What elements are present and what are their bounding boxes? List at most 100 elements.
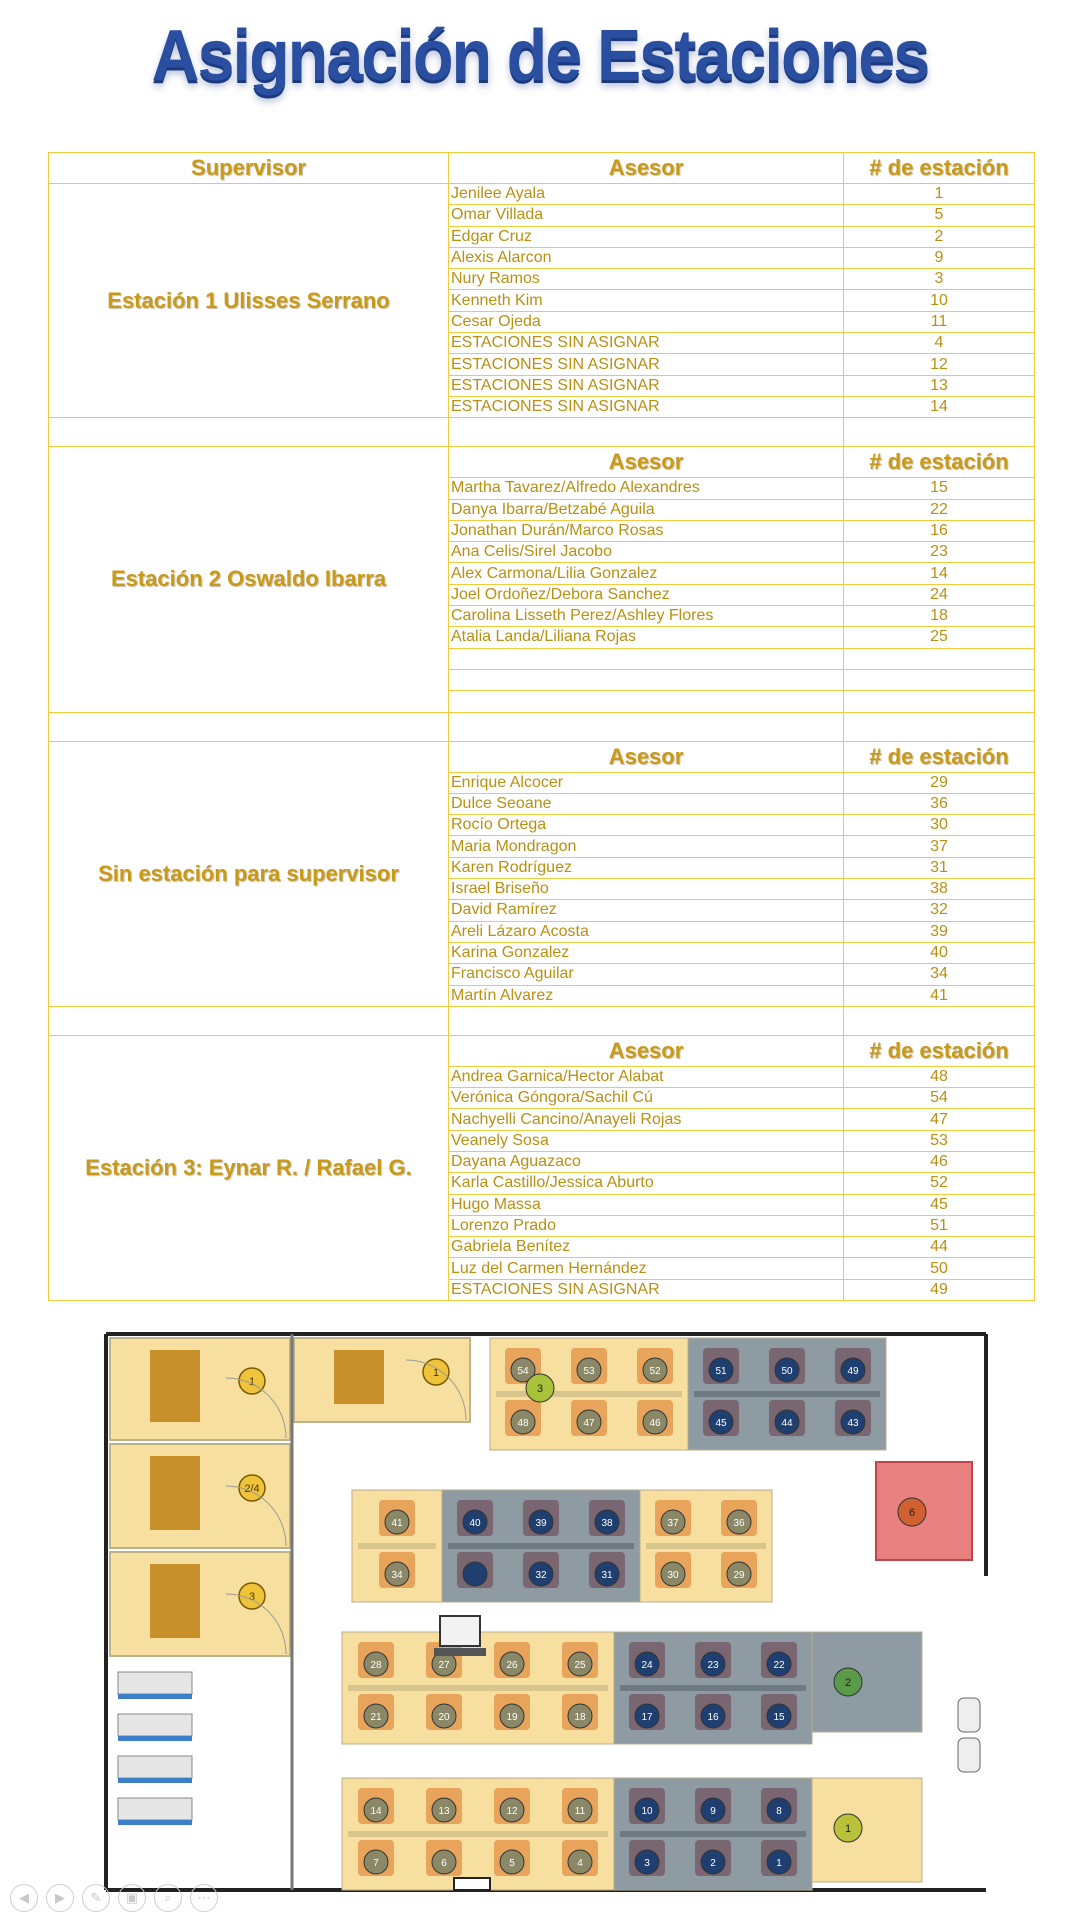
rack-base xyxy=(118,1736,192,1741)
workstation-pod: 14 13 12 11 7 6 5 4 xyxy=(341,1777,615,1891)
station-number-cell xyxy=(843,647,1035,670)
station-number-label: 36 xyxy=(733,1518,745,1529)
workstation-pod: 40 39 38 32 31 xyxy=(441,1489,641,1603)
station-number-cell: 25 xyxy=(843,626,1035,649)
computer-icon xyxy=(439,1615,481,1647)
station-number-cell: 12 xyxy=(843,353,1035,376)
station-number-label: 1 xyxy=(249,1376,255,1388)
floor-plan: 12/431 54 53 5248 47 4651 50 4945 44 43413440 39 38… xyxy=(104,1332,988,1892)
station-number-cell: 13 xyxy=(843,374,1035,397)
asesor-cell xyxy=(448,647,844,670)
zoom-icon[interactable]: ⌕ xyxy=(154,1884,182,1912)
station-number-label: 54 xyxy=(517,1366,529,1377)
station-number-cell: 51 xyxy=(843,1214,1035,1238)
station-header: # de estación xyxy=(843,1034,1035,1067)
more-icon[interactable]: ⋯ xyxy=(190,1884,218,1912)
workstation-pod: 51 50 49 45 44 43 xyxy=(687,1337,887,1451)
station-number-label: 6 xyxy=(909,1507,915,1519)
asesor-cell: Karla Castillo/Jessica Aburto xyxy=(448,1172,844,1195)
supervisor-area xyxy=(811,1631,923,1733)
asesor-cell: Luz del Carmen Hernández xyxy=(448,1257,844,1280)
station-number-cell: 5 xyxy=(843,204,1035,227)
storage-rack xyxy=(117,1755,193,1783)
station-number-label: 11 xyxy=(575,1806,586,1817)
asesor-cell: Dayana Aguazaco xyxy=(448,1150,844,1174)
station-number-label: 20 xyxy=(438,1712,450,1723)
station-number-label: 26 xyxy=(506,1660,518,1671)
rack-body xyxy=(117,1671,193,1695)
asesor-cell: Lorenzo Prado xyxy=(448,1214,844,1238)
station-number-label: 49 xyxy=(847,1366,859,1377)
station-number-label: 15 xyxy=(773,1712,785,1723)
spacer-cell xyxy=(48,417,449,448)
asesor-cell: Kenneth Kim xyxy=(448,289,844,312)
asesor-cell: Karen Rodríguez xyxy=(448,856,844,880)
station-number-cell: 22 xyxy=(843,498,1035,521)
entrance-door xyxy=(453,1877,491,1891)
storage-rack xyxy=(117,1797,193,1825)
station-number-label: 23 xyxy=(707,1660,719,1671)
station-number-label: 25 xyxy=(574,1660,586,1671)
seat-marker xyxy=(462,1561,488,1587)
station-number-cell xyxy=(843,668,1035,692)
prev-icon[interactable]: ◀ xyxy=(10,1884,38,1912)
station-number-label: 1 xyxy=(776,1858,782,1869)
supervisor-cell: Estación 2 Oswaldo Ibarra xyxy=(48,446,449,713)
asesor-cell: Israel Briseño xyxy=(448,878,844,901)
storage-rack xyxy=(117,1713,193,1741)
rack-base xyxy=(118,1778,192,1783)
asesor-cell xyxy=(448,668,844,692)
station-number-label: 2 xyxy=(845,1677,851,1689)
spacer-cell xyxy=(48,711,449,742)
supervisor-station: 1 xyxy=(811,1777,923,1883)
spacer-row xyxy=(48,1005,1035,1036)
asesor-cell: Cesar Ojeda xyxy=(448,310,844,334)
station-number-label: 31 xyxy=(601,1570,613,1581)
rack-body xyxy=(117,1755,193,1779)
station-number-label: 27 xyxy=(438,1660,450,1671)
station-number-cell: 31 xyxy=(843,856,1035,880)
asesor-header: Asesor xyxy=(448,152,844,184)
station-number-label: 18 xyxy=(574,1712,586,1723)
station-header: # de estación xyxy=(843,152,1035,184)
station-number-label: 17 xyxy=(641,1712,653,1723)
station-number-cell: 53 xyxy=(843,1129,1035,1152)
supervisor-station: 2 xyxy=(811,1631,923,1733)
station-number-cell: 4 xyxy=(843,332,1035,355)
asesor-cell xyxy=(448,690,844,713)
station-number-cell: 50 xyxy=(843,1257,1035,1280)
station-number-cell: 36 xyxy=(843,792,1035,816)
workstation-pod: 37 36 30 29 xyxy=(639,1489,773,1603)
station-number-cell: 49 xyxy=(843,1278,1035,1302)
station-number-label: 29 xyxy=(733,1570,745,1581)
station-number-cell: 1 xyxy=(843,182,1035,206)
station-number-label: 44 xyxy=(781,1418,793,1429)
table-header-row: Estación 2 Oswaldo Ibarra Asesor # de esta… xyxy=(48,446,1035,713)
station-number-cell: 15 xyxy=(843,477,1035,500)
station-number-label: 40 xyxy=(469,1518,481,1529)
table-row: Estación 1 Ulisses Serrano Jenilee Ayala 1 xyxy=(48,182,1035,419)
asesor-header: Asesor xyxy=(448,446,844,479)
pen-icon[interactable]: ✎ xyxy=(82,1884,110,1912)
workstation-pod: 41 34 xyxy=(351,1489,443,1603)
station-number-cell: 47 xyxy=(843,1108,1035,1131)
station-number-cell xyxy=(843,690,1035,713)
asesor-cell: Gabriela Benítez xyxy=(448,1236,844,1259)
station-number-label: 1 xyxy=(845,1823,851,1835)
spacer-cell xyxy=(48,1005,449,1036)
station-number-cell: 52 xyxy=(843,1172,1035,1195)
station-number-label: 12 xyxy=(506,1806,518,1817)
station-number-label: 9 xyxy=(710,1806,716,1817)
station-number-cell: 23 xyxy=(843,541,1035,564)
private-office: 3 xyxy=(109,1551,291,1657)
asesor-cell: Jenilee Ayala xyxy=(448,182,844,206)
asesor-cell: Atalia Landa/Liliana Rojas xyxy=(448,626,844,649)
station-number-label: 21 xyxy=(370,1712,382,1723)
asesor-header: Asesor xyxy=(448,740,844,773)
station-number-cell: 32 xyxy=(843,899,1035,922)
next-icon[interactable]: ▶ xyxy=(46,1884,74,1912)
asesor-cell: Omar Villada xyxy=(448,204,844,227)
slides-icon[interactable]: ▣ xyxy=(118,1884,146,1912)
supervisor-cell: Sin estación para supervisor xyxy=(48,740,449,1007)
supervisor-station: 6 xyxy=(875,1461,973,1561)
